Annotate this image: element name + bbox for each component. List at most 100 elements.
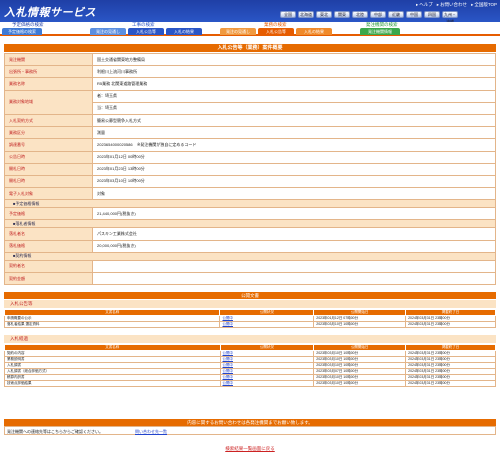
nav-group-construction: 工事の検索 発注の見通し 入札公告等 入札の結果 bbox=[90, 22, 220, 36]
table-row: 予定価格 21,440,000円(税抜き) bbox=[4, 207, 496, 221]
arrow-icon: ▸ bbox=[471, 2, 474, 7]
main-nav: 予定価格の検索 予定価格の検索 工事の検索 発注の見通し 入札公告等 入札の結果… bbox=[0, 22, 500, 36]
row-label: 契約金額 bbox=[4, 271, 93, 286]
national-top-link[interactable]: ▸ 全国版TOP bbox=[471, 2, 497, 8]
row-value: 者：埼玉県 bbox=[92, 89, 496, 103]
row-value bbox=[92, 259, 496, 274]
doc-end-date: 2024年03月31日 23時00分 bbox=[405, 380, 496, 387]
tab-services-outlook[interactable]: 発注の見通し bbox=[220, 28, 256, 35]
table-row: 落札者名 パスキン工業株式会社 bbox=[4, 227, 496, 241]
table-row: 業務対象地域 者：埼玉県 bbox=[4, 89, 496, 115]
nav-group-agencies: 発注機関の検索 発注機関情報 bbox=[360, 22, 440, 36]
region-button-chubu[interactable]: 中部 bbox=[370, 11, 386, 18]
section-contract-heading: ■契約情報 bbox=[4, 251, 496, 261]
table-row: 開札日時 2023年01月23日 13時00分 bbox=[4, 162, 496, 176]
table-row: 業務区分 測量 bbox=[4, 126, 496, 140]
table-row: 技術点評価結果 公開中 2023年03月10日 10時00分 2024年03月3… bbox=[4, 380, 496, 387]
row-label: 入札契約方式 bbox=[4, 113, 93, 128]
region-button-shikoku[interactable]: 四国 bbox=[424, 11, 440, 18]
row-label: 落札価格 bbox=[4, 239, 93, 253]
nav-group-price: 予定価格の検索 予定価格の検索 bbox=[0, 22, 44, 36]
doc-start-date: 2023年03月10日 10時00分 bbox=[313, 321, 407, 328]
row-value bbox=[92, 271, 496, 286]
inquiry-title: 内容に関するお問い合わせは各発注機関までお願い致します。 bbox=[4, 419, 496, 426]
region-button-chugoku[interactable]: 中国 bbox=[406, 11, 422, 18]
table-row: 契約者名 bbox=[4, 259, 496, 274]
table-row: 業務名称 R5業務 北関東道路管理業務 bbox=[4, 77, 496, 91]
region-button-national[interactable]: 全国 bbox=[280, 11, 296, 18]
doc-status-link[interactable]: 公開中 bbox=[219, 380, 315, 387]
page-title: 入札公告等（業務）案件概要 bbox=[4, 44, 496, 52]
tab-agency-info[interactable]: 発注機関情報 bbox=[360, 28, 400, 35]
row-value: 利根川上流河川事務所 bbox=[92, 65, 496, 79]
row-label: 業務名称 bbox=[4, 77, 93, 91]
tab-construction-notices[interactable]: 入札公告等 bbox=[128, 28, 164, 35]
back-to-results-link[interactable]: 検索結果一覧画面に戻る bbox=[0, 446, 500, 452]
row-label: 開札日時 bbox=[4, 162, 93, 176]
inquiry-text: 発注機関への連絡先等はこちらからご確認ください。 bbox=[7, 429, 103, 434]
contact-list-link[interactable]: 問い合わせ先一覧 bbox=[135, 427, 167, 436]
procurement-note: ※発注機関が独自に定めるコード bbox=[137, 141, 197, 147]
table-row: 開札日時 2023年03月10日 10時00分 bbox=[4, 174, 496, 189]
row-value: 2023年03月10日 10時00分 bbox=[92, 174, 496, 189]
doc-start-date: 2023年03月10日 10時00分 bbox=[313, 380, 407, 387]
result-docs-table: 文書名称 公開状況 公開開始日 掲載終了日 契約の内容 公開中 2023年03月… bbox=[4, 344, 496, 387]
region-button-kanto[interactable]: 関東 bbox=[334, 11, 350, 18]
public-docs-title: 公開文書 bbox=[4, 292, 496, 299]
row-label: 発注機関 bbox=[4, 52, 93, 67]
procurement-number: 2023654000020586 bbox=[97, 141, 133, 147]
doc-name: 技術点評価結果 bbox=[4, 380, 221, 387]
table-row: 公告日時 2023年01月12日 00時00分 bbox=[4, 150, 496, 164]
region-button-kinki[interactable]: 近畿 bbox=[388, 11, 404, 18]
section-winner-heading: ■落札者情報 bbox=[4, 219, 496, 229]
region-button-tohoku[interactable]: 東北 bbox=[316, 11, 332, 18]
row-value: 測量 bbox=[92, 126, 496, 140]
row-label: 出張所・事務所 bbox=[4, 65, 93, 79]
notice-docs-table: 文書名称 公開状況 公開開始日 掲載終了日 申請概要の公示 公開中 2023年0… bbox=[3, 309, 496, 328]
row-label: 業務対象地域 bbox=[4, 89, 93, 115]
row-value: 20,000,000円(税抜き) bbox=[92, 239, 496, 253]
doc-end-date: 2024年03月31日 23時00分 bbox=[405, 321, 496, 328]
region-button-hokuriku[interactable]: 北陸 bbox=[352, 11, 368, 18]
table-row: 調達番号 2023654000020586 ※発注機関が独自に定めるコード bbox=[4, 138, 496, 152]
table-row: 出張所・事務所 利根川上流河川事務所 bbox=[4, 65, 496, 79]
doc-name: 落札者結果 選定資料 bbox=[3, 321, 221, 328]
section-row: ■予定価格情報 bbox=[4, 199, 496, 209]
top-links: ▸ ヘルプ ▸ お問い合わせ ▸ 全国版TOP bbox=[416, 2, 497, 8]
tab-construction-results[interactable]: 入札の結果 bbox=[166, 28, 202, 35]
contact-link[interactable]: ▸ お問い合わせ bbox=[437, 2, 467, 8]
row-label: 落札者名 bbox=[4, 227, 93, 241]
row-label: 開札日時 bbox=[4, 174, 93, 189]
arrow-icon: ▸ bbox=[436, 2, 440, 7]
tab-price-search[interactable]: 予定価格の検索 bbox=[2, 28, 42, 35]
table-row: 電子入札対象 対象 bbox=[4, 187, 496, 201]
row-value: 2023年01月12日 00時00分 bbox=[92, 150, 496, 164]
table-row: 入札契約方式 簡易公募型競争入札方式 bbox=[4, 113, 496, 128]
row-value: 2023年01月23日 13時00分 bbox=[92, 162, 496, 176]
row-value: 当：埼玉県 bbox=[92, 101, 496, 115]
row-value: パスキン工業株式会社 bbox=[92, 227, 496, 241]
tab-services-notices[interactable]: 入札公告等 bbox=[258, 28, 294, 35]
row-value: 国土交通省関東地方整備局 bbox=[92, 52, 496, 67]
region-selector: 全国 北海道 東北 関東 北陸 中部 近畿 中国 四国 九州・沖縄 bbox=[280, 11, 458, 24]
section-price-heading: ■予定価格情報 bbox=[4, 199, 496, 209]
row-label: 業務区分 bbox=[4, 126, 93, 140]
site-logo[interactable]: 入札情報サービス bbox=[4, 4, 96, 20]
row-value: 21,440,000円(税抜き) bbox=[92, 207, 496, 221]
row-label: 予定価格 bbox=[4, 207, 93, 221]
region-button-kyushu[interactable]: 九州・沖縄 bbox=[442, 11, 458, 24]
tab-construction-outlook[interactable]: 発注の見通し bbox=[90, 28, 126, 35]
doc-status-link[interactable]: 公開中 bbox=[219, 321, 315, 328]
arrow-icon: ▸ bbox=[416, 2, 419, 7]
region-button-hokkaido[interactable]: 北海道 bbox=[298, 11, 314, 18]
table-row: 発注機関 国土交通省関東地方整備局 bbox=[4, 52, 496, 67]
row-value: R5業務 北関東道路管理業務 bbox=[92, 77, 496, 91]
row-label: 電子入札対象 bbox=[4, 187, 93, 201]
inquiry-row: 発注機関への連絡先等はこちらからご確認ください。 問い合わせ先一覧 bbox=[4, 426, 496, 435]
row-value: 2023654000020586 ※発注機関が独自に定めるコード bbox=[92, 138, 496, 152]
help-link[interactable]: ▸ ヘルプ bbox=[416, 2, 433, 8]
tab-services-results[interactable]: 入札の結果 bbox=[296, 28, 332, 35]
result-docs-heading: 入札経過 bbox=[4, 335, 496, 343]
detail-table: 発注機関 国土交通省関東地方整備局 出張所・事務所 利根川上流河川事務所 業務名称 R… bbox=[4, 52, 496, 286]
nav-group-services: 業務の検索 発注の見通し 入札公告等 入札の結果 bbox=[220, 22, 340, 36]
